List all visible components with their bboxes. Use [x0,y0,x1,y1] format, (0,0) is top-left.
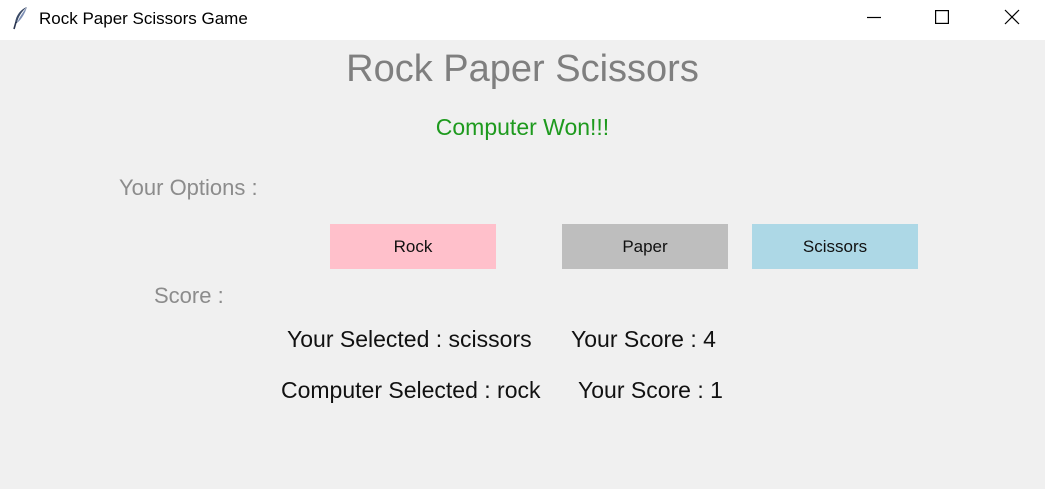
paper-button[interactable]: Paper [562,224,728,269]
game-heading: Rock Paper Scissors [346,48,699,90]
feather-icon [12,6,30,30]
window-title: Rock Paper Scissors Game [39,9,248,28]
result-text: Computer Won!!! [435,114,610,140]
game-panel: Rock Paper Scissors Computer Won!!! Your… [0,40,1045,489]
maximize-icon [935,10,949,24]
title-bar: Rock Paper Scissors Game [0,0,1045,40]
maximize-button[interactable] [919,0,965,34]
computer-score-text: Your Score : 1 [578,377,723,403]
user-selection-text: Your Selected : scissors [287,326,532,352]
user-score-text: Your Score : 4 [571,326,716,352]
rock-button[interactable]: Rock [330,224,496,269]
scissors-button[interactable]: Scissors [752,224,918,269]
minimize-button[interactable] [851,0,897,34]
score-label: Score : [154,283,224,308]
computer-selection-text: Computer Selected : rock [281,377,541,403]
close-icon [1004,9,1020,25]
options-label: Your Options : [119,175,258,200]
minimize-icon [867,10,881,24]
close-button[interactable] [989,0,1035,34]
